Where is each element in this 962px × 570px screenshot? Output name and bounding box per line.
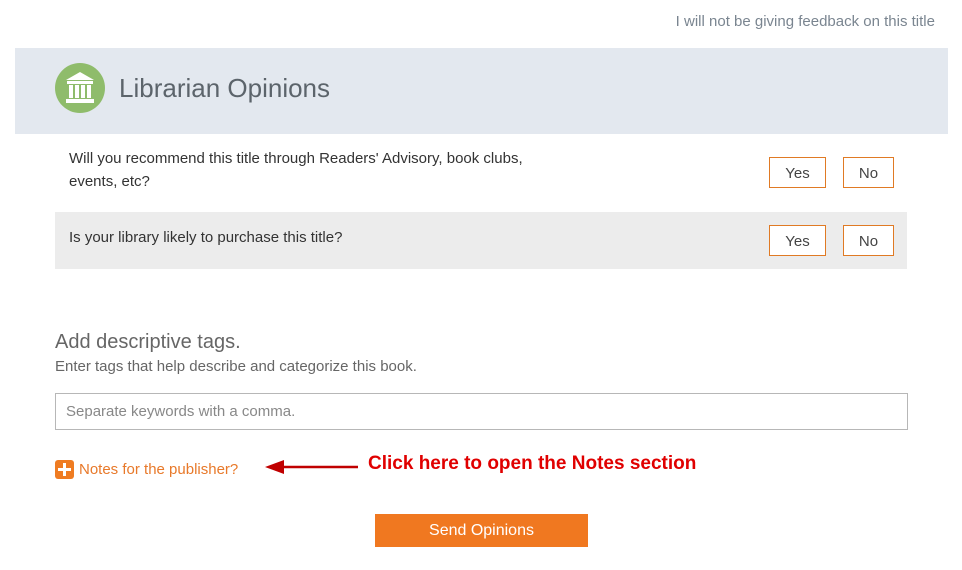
tags-description: Enter tags that help describe and catego…: [55, 358, 417, 375]
page-title: Librarian Opinions: [119, 73, 331, 103]
notes-toggle-label: Notes for the publisher?: [79, 460, 239, 478]
purchase-no-button[interactable]: No: [843, 225, 894, 256]
recommend-no-button[interactable]: No: [843, 157, 894, 188]
annotation-callout: Click here to open the Notes section: [368, 453, 697, 474]
notes-toggle[interactable]: Notes for the publisher?: [55, 458, 238, 480]
library-building-icon: [55, 63, 105, 113]
purchase-yes-button[interactable]: Yes: [769, 225, 826, 256]
opinions-header: Librarian Opinions: [15, 48, 948, 134]
skip-feedback-link[interactable]: I will not be giving feedback on this ti…: [676, 13, 935, 30]
tags-input[interactable]: [55, 393, 908, 430]
annotation-arrow-icon: [265, 460, 358, 474]
tags-heading: Add descriptive tags.: [55, 331, 241, 353]
plus-icon: [55, 459, 74, 479]
question-text: Will you recommend this title through Re…: [69, 150, 523, 190]
question-row-recommend: Will you recommend this title through Re…: [55, 134, 907, 212]
send-opinions-button[interactable]: Send Opinions: [375, 514, 588, 547]
question-row-purchase: Is your library likely to purchase this …: [55, 212, 907, 269]
recommend-yes-button[interactable]: Yes: [769, 157, 826, 188]
question-text: Is your library likely to purchase this …: [69, 229, 343, 246]
